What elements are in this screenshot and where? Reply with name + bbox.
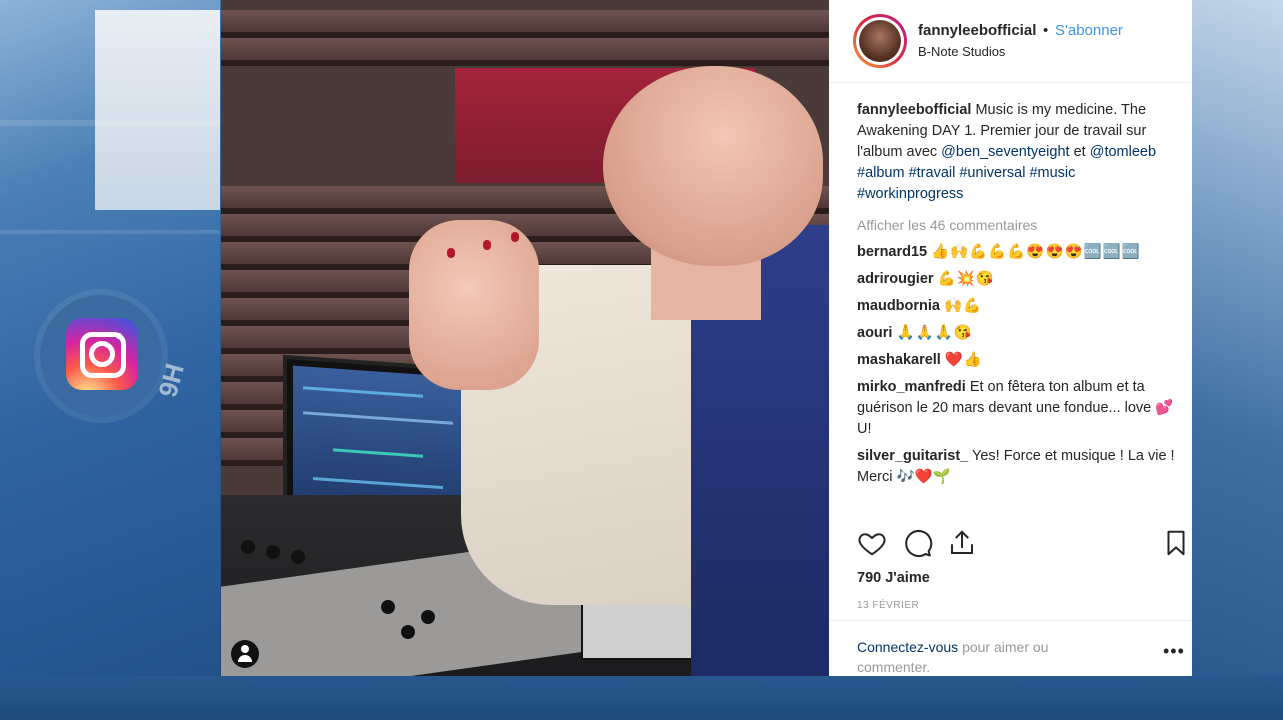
avatar[interactable] [853, 14, 907, 68]
post-header: fannyleebofficial • S'abonner B-Note Stu… [829, 0, 1192, 83]
comment-text: 💪💥😘 [937, 271, 995, 287]
broadcast-bottom-band [0, 676, 1283, 720]
comment-item: maudbornia 🙌💪 [857, 296, 1177, 317]
view-all-comments-link[interactable]: Afficher les 46 commentaires [857, 215, 1177, 236]
hashtags[interactable]: #album #travail #universal #music #worki… [857, 165, 1075, 202]
separator-dot: • [1043, 22, 1049, 39]
comment-username[interactable]: aouri [857, 325, 892, 341]
comment-username[interactable]: maudbornia [857, 298, 940, 314]
person-hands [409, 220, 539, 390]
post-comments-area: fannyleebofficial Music is my medicine. … [857, 100, 1177, 488]
user-tag-icon[interactable] [231, 640, 259, 668]
broadcast-light-panel [95, 10, 220, 210]
post-location[interactable]: B-Note Studios [918, 44, 1005, 59]
login-link[interactable]: Connectez-vous [857, 639, 958, 655]
post-actions [857, 528, 1185, 564]
comment-item: aouri 🙏🙏🙏😘 [857, 323, 1177, 344]
instagram-post: fannyleebofficial • S'abonner B-Note Stu… [221, 0, 1192, 676]
person-head [603, 66, 823, 266]
comment-item: mirko_manfredi Et on fêtera ton album et… [857, 377, 1177, 440]
comment-text: 🙌💪 [944, 298, 983, 314]
post-sidebar: fannyleebofficial • S'abonner B-Note Stu… [829, 0, 1192, 676]
comment-item: silver_guitarist_ Yes! Force et musique … [857, 446, 1177, 488]
post-caption: fannyleebofficial Music is my medicine. … [857, 100, 1177, 205]
broadcast-right-panel [1191, 0, 1283, 720]
comment-text: ❤️👍 [944, 352, 983, 368]
comment-item: mashakarell ❤️👍 [857, 350, 1177, 371]
login-prompt: Connectez-vous pour aimer ou commenter. [857, 637, 1097, 677]
comment-item: adrirougier 💪💥😘 [857, 269, 1177, 290]
comment-text: 👍🙌💪💪💪😍😍😍🆒🆒🆒 [931, 244, 1141, 260]
studio-keyboard [581, 600, 703, 660]
post-date: 13 FÉVRIER [857, 600, 920, 611]
post-username[interactable]: fannyleebofficial [918, 22, 1036, 39]
caption-and: et [1073, 144, 1086, 160]
comment-text: 🙏🙏🙏😘 [896, 325, 973, 341]
comment-username[interactable]: mashakarell [857, 352, 941, 368]
more-options-icon[interactable]: ••• [1163, 641, 1185, 662]
post-footer: Connectez-vous pour aimer ou commenter. … [829, 620, 1192, 677]
bookmark-icon[interactable] [1161, 528, 1193, 560]
comment-username[interactable]: adrirougier [857, 271, 934, 287]
comment-username[interactable]: mirko_manfredi [857, 379, 966, 395]
mention-link[interactable]: @tomleeb [1090, 144, 1156, 160]
caption-username[interactable]: fannyleebofficial [857, 102, 971, 118]
broadcast-stripe [0, 120, 220, 126]
comment-icon[interactable] [903, 528, 935, 560]
mention-link[interactable]: @ben_seventyeight [941, 144, 1069, 160]
comment-username[interactable]: bernard15 [857, 244, 927, 260]
heart-icon[interactable] [857, 528, 889, 560]
post-photo[interactable] [221, 0, 829, 676]
comment-username[interactable]: silver_guitarist_ [857, 448, 968, 464]
follow-button[interactable]: S'abonner [1055, 22, 1123, 39]
instagram-logo-icon [66, 318, 138, 390]
share-icon[interactable] [947, 528, 979, 560]
like-count[interactable]: 790 J'aime [857, 570, 930, 586]
comment-item: bernard15 👍🙌💪💪💪😍😍😍🆒🆒🆒 [857, 242, 1177, 263]
broadcast-stripe [0, 230, 220, 234]
